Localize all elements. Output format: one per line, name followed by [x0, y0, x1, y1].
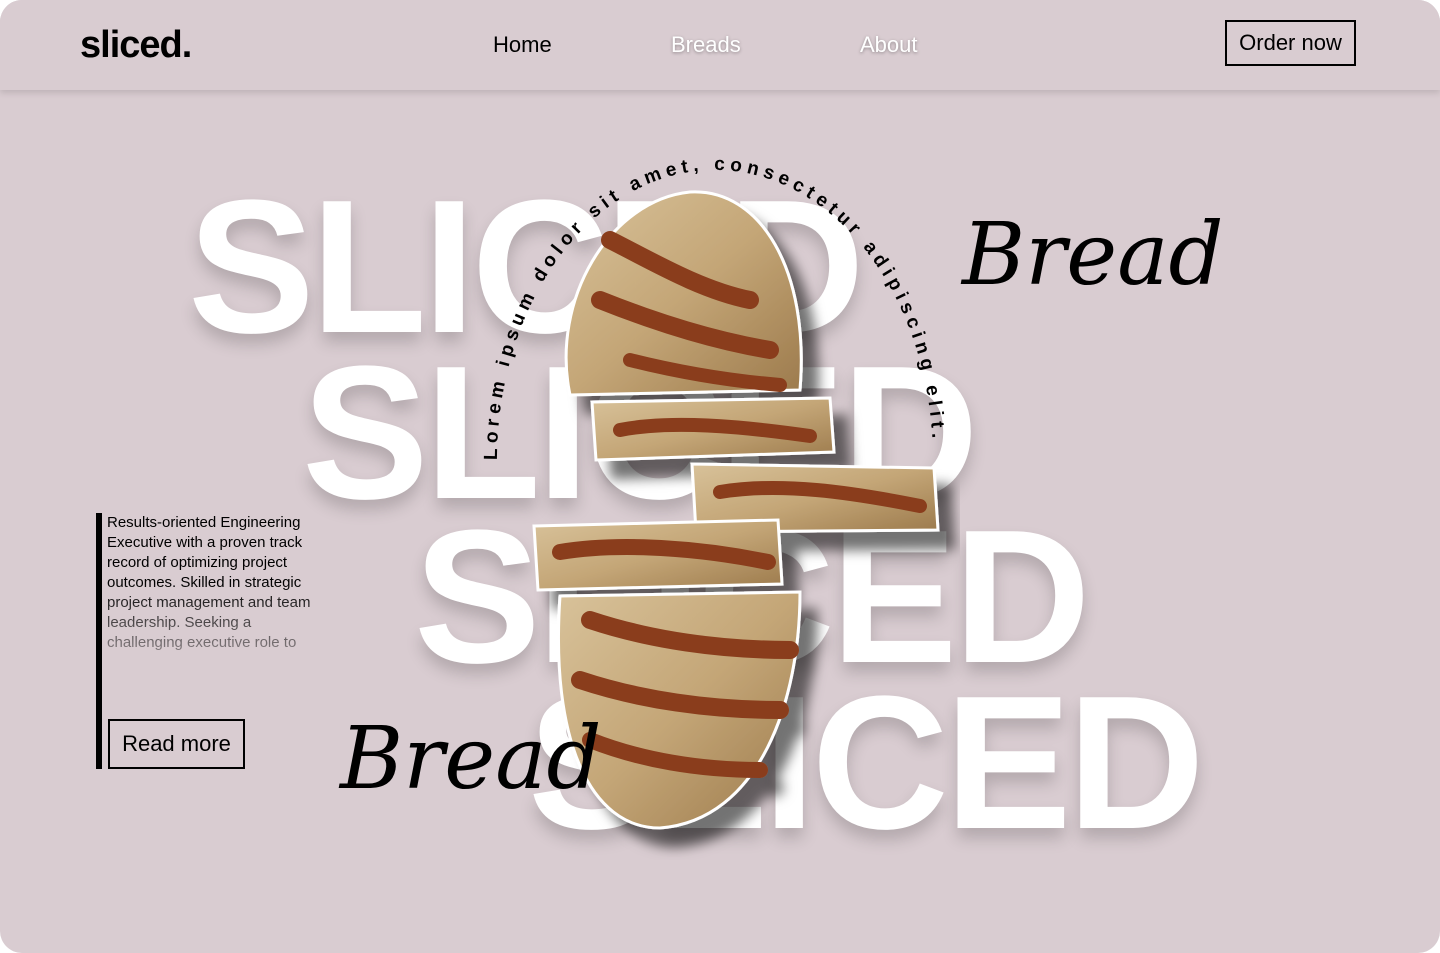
nav-link-breads[interactable]: Breads: [671, 32, 741, 58]
script-word-bottom: Bread: [340, 709, 602, 809]
script-word-top: Bread: [962, 205, 1224, 305]
arc-text-content: Lorem ipsum dolor sit amet, consectetur …: [481, 154, 944, 460]
order-now-button[interactable]: Order now: [1225, 20, 1356, 66]
header: sliced. Home Breads About Order now: [0, 0, 1440, 90]
nav-link-home[interactable]: Home: [493, 32, 552, 58]
intro-panel: Results-oriented Engineering Executive w…: [96, 513, 322, 769]
svg-text:Lorem ipsum dolor sit amet, co: Lorem ipsum dolor sit amet, consectetur …: [481, 154, 949, 460]
arc-text: Lorem ipsum dolor sit amet, consectetur …: [481, 154, 949, 460]
page: sliced. Home Breads About Order now SLIC…: [0, 0, 1440, 953]
intro-description: Results-oriented Engineering Executive w…: [107, 514, 311, 651]
logo[interactable]: sliced.: [80, 24, 192, 67]
nav-link-about[interactable]: About: [860, 32, 918, 58]
read-more-button[interactable]: Read more: [108, 719, 245, 769]
